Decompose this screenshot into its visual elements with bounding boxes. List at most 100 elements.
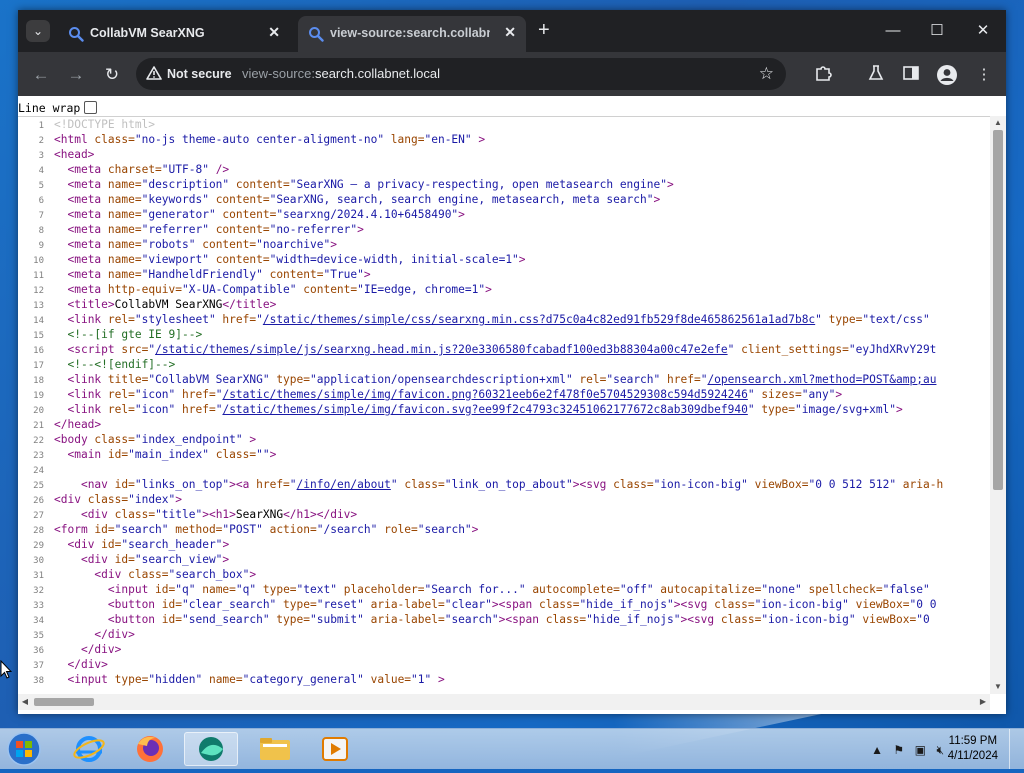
- scroll-down-arrow-icon[interactable]: ▼: [990, 680, 1006, 694]
- line-wrap-toggle[interactable]: Line wrap: [18, 100, 98, 116]
- side-panel-icon[interactable]: [900, 64, 922, 86]
- source-token: [54, 208, 67, 221]
- scroll-up-arrow-icon[interactable]: ▲: [990, 116, 1006, 130]
- horizontal-scrollbar[interactable]: ◀ ▶: [18, 694, 990, 710]
- source-token: aria-h: [896, 478, 944, 491]
- source-line: 12 <meta http-equiv="X-UA-Compatible" co…: [18, 282, 990, 297]
- source-token: "keywords": [141, 193, 209, 206]
- minimize-button[interactable]: —: [870, 20, 916, 42]
- source-token: >: [357, 223, 364, 236]
- maximize-button[interactable]: ☐: [914, 20, 960, 42]
- back-button[interactable]: ←: [30, 64, 52, 86]
- source-token: type=: [114, 673, 149, 686]
- source-token: >: [835, 388, 843, 401]
- source-token: href=: [215, 313, 257, 326]
- source-token: id=: [161, 613, 182, 626]
- source-token: [54, 628, 94, 641]
- profile-icon[interactable]: [936, 64, 958, 86]
- source-link[interactable]: /opensearch.xml?method=POST&amp;au: [707, 373, 936, 386]
- show-desktop-button[interactable]: [1009, 729, 1024, 769]
- scrollbar-thumb[interactable]: [993, 130, 1003, 490]
- source-line: 11 <meta name="HandheldFriendly" content…: [18, 267, 990, 282]
- source-token: [54, 478, 81, 491]
- browser-taskbar-icon[interactable]: [184, 732, 238, 766]
- source-token: >: [666, 178, 674, 191]
- source-token: "True": [323, 268, 364, 281]
- source-token: class=: [613, 478, 654, 491]
- new-tab-button[interactable]: +: [538, 20, 550, 40]
- source-token: "noarchive": [256, 238, 331, 251]
- source-token: type=: [276, 598, 317, 611]
- source-token: [54, 193, 67, 206]
- source-link[interactable]: /static/themes/simple/js/searxng.head.mi…: [155, 343, 728, 356]
- flag-icon[interactable]: ⚑: [893, 743, 904, 757]
- clock[interactable]: 11:59 PM 4/11/2024: [948, 734, 998, 764]
- source-token: <input: [107, 583, 156, 596]
- source-token: rel=: [107, 388, 135, 401]
- puzzle-icon[interactable]: [812, 64, 834, 86]
- source-token: "searxng/2024.4.10+6458490": [276, 208, 459, 221]
- source-token: name=: [107, 223, 142, 236]
- source-token: viewBox=: [747, 478, 809, 491]
- source-token: <div: [54, 493, 88, 506]
- internet-explorer-icon[interactable]: [62, 732, 116, 766]
- close-window-button[interactable]: ✕: [960, 20, 1006, 42]
- source-link[interactable]: /static/themes/simple/img/favicon.png?60…: [222, 388, 747, 401]
- source-token: "search": [606, 373, 661, 386]
- source-link[interactable]: /static/themes/simple/img/favicon.svg?ee…: [222, 403, 747, 416]
- close-icon[interactable]: ✕: [268, 24, 280, 41]
- source-token: "search_view": [134, 553, 223, 566]
- source-token: >: [518, 253, 526, 266]
- source-link[interactable]: /info/en/about: [297, 478, 391, 491]
- source-line: 1 <!DOCTYPE html>: [18, 117, 990, 132]
- source-token: >: [471, 523, 479, 536]
- kebab-menu-icon[interactable]: ⋮: [973, 64, 995, 86]
- source-token: "off": [619, 583, 654, 596]
- source-token: <meta: [67, 208, 108, 221]
- security-chip[interactable]: Not secure: [146, 65, 232, 83]
- vertical-scrollbar[interactable]: ▲ ▼: [990, 116, 1006, 694]
- source-line: 25 <nav id="links_on_top"><a href="/info…: [18, 477, 990, 492]
- flask-icon[interactable]: [865, 64, 887, 86]
- address-bar[interactable]: Not secure view-source:search.collabnet.…: [136, 58, 786, 90]
- reload-button[interactable]: ↻: [101, 64, 123, 86]
- forward-button[interactable]: →: [65, 64, 87, 86]
- scrollbar-thumb[interactable]: [34, 698, 94, 706]
- volume-muted-icon[interactable]: 🔇︎: [936, 743, 944, 758]
- source-token: placeholder=: [336, 583, 425, 596]
- close-icon[interactable]: ✕: [504, 24, 516, 41]
- source-token: >: [363, 268, 371, 281]
- source-token: <button: [107, 598, 162, 611]
- source-token: "links_on_top": [134, 478, 230, 491]
- tab-search-button[interactable]: ⌄: [26, 20, 50, 42]
- source-token: "HandheldFriendly": [141, 268, 263, 281]
- show-hidden-icons-icon[interactable]: ▲: [871, 743, 883, 757]
- network-icon[interactable]: ▣: [915, 743, 926, 757]
- tab-view-source[interactable]: view-source:search.collabnet.lo ✕: [298, 16, 526, 52]
- star-icon[interactable]: ☆: [759, 64, 774, 84]
- line-wrap-checkbox[interactable]: [84, 101, 98, 114]
- start-button[interactable]: [4, 730, 44, 768]
- url-text[interactable]: view-source:search.collabnet.local: [242, 65, 440, 83]
- source-code: 1 <!DOCTYPE html> 2 <html class="no-js them…: [18, 116, 990, 695]
- source-token: id=: [94, 523, 115, 536]
- scroll-left-arrow-icon[interactable]: ◀: [18, 694, 32, 710]
- source-line: 3 <head>: [18, 147, 990, 162]
- source-token: "UTF-8": [161, 163, 209, 176]
- tab-collabvm-searxng[interactable]: CollabVM SearXNG ✕: [58, 16, 290, 52]
- source-token: href=: [175, 403, 216, 416]
- source-token: content=: [208, 223, 270, 236]
- source-token: content=: [229, 178, 290, 191]
- source-token: class=: [114, 508, 156, 521]
- source-token: name=: [195, 583, 236, 596]
- file-explorer-icon[interactable]: [248, 732, 302, 766]
- source-link[interactable]: /static/themes/simple/css/searxng.min.cs…: [263, 313, 815, 326]
- scroll-right-arrow-icon[interactable]: ▶: [976, 694, 990, 710]
- source-token: type=: [269, 373, 310, 386]
- source-token: "0 0 512 512": [808, 478, 897, 491]
- firefox-icon[interactable]: [123, 732, 177, 766]
- media-player-icon[interactable]: [308, 732, 362, 766]
- source-token: [54, 568, 94, 581]
- source-token: "robots": [141, 238, 196, 251]
- source-token: "SearXNG, search, search engine, metasea…: [269, 193, 654, 206]
